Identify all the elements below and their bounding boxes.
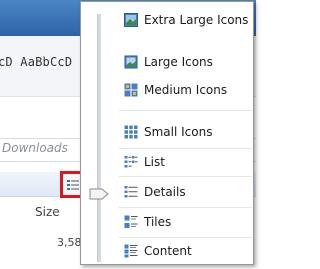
menu-item-tiles[interactable]: Tiles — [124, 213, 252, 231]
menu-item-extra-large-icons[interactable]: Extra Large Icons — [124, 11, 252, 29]
menu-item-details[interactable]: Details — [124, 183, 252, 201]
menu-item-label: List — [144, 155, 165, 169]
menu-item-large-icons[interactable]: Large Icons — [124, 53, 252, 71]
tiles-icon — [124, 215, 138, 228]
details-view-icon — [66, 179, 79, 190]
view-slider-track[interactable] — [97, 14, 101, 262]
menu-separator — [119, 176, 252, 177]
details-icon — [124, 186, 138, 198]
medium-icons-icon — [124, 83, 138, 97]
content-icon — [124, 244, 138, 258]
menu-item-content[interactable]: Content — [124, 242, 252, 260]
column-header-size[interactable]: Size — [35, 205, 60, 219]
font-style-preview: cD AaBbCcD — [0, 55, 73, 69]
small-icons-icon — [124, 125, 138, 139]
menu-item-label: Small Icons — [144, 125, 213, 139]
list-icon — [124, 156, 138, 168]
menu-separator — [119, 110, 252, 111]
view-options-menu: Extra Large Icons Large Icons Medium Ico… — [80, 1, 254, 265]
menu-item-label: Large Icons — [144, 55, 213, 69]
menu-item-list[interactable]: List — [124, 153, 252, 171]
view-slider-thumb[interactable] — [89, 188, 109, 200]
search-placeholder: Downloads — [2, 141, 68, 155]
menu-item-label: Content — [144, 244, 192, 258]
menu-separator — [119, 207, 252, 208]
menu-separator — [119, 237, 252, 238]
menu-item-label: Extra Large Icons — [144, 13, 249, 27]
menu-item-label: Details — [144, 185, 186, 199]
extra-large-icons-icon — [124, 13, 138, 27]
menu-item-medium-icons[interactable]: Medium Icons — [124, 81, 252, 99]
menu-item-label: Medium Icons — [144, 83, 228, 97]
menu-item-small-icons[interactable]: Small Icons — [124, 123, 252, 141]
menu-separator — [119, 148, 252, 149]
large-icons-icon — [124, 55, 138, 69]
menu-item-label: Tiles — [144, 215, 172, 229]
